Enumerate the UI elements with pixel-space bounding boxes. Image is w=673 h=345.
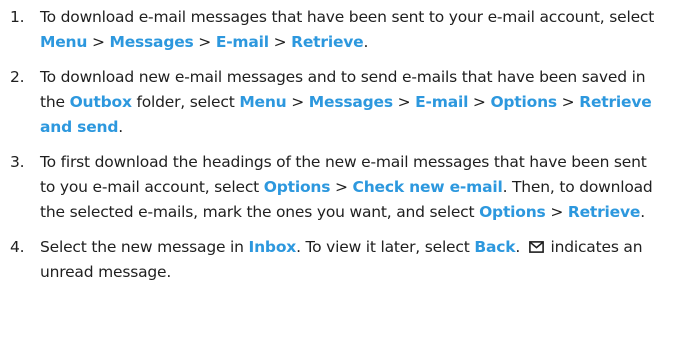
- envelope-icon: [528, 241, 544, 253]
- step-text-plain: To download e-mail messages that have be…: [40, 8, 655, 26]
- menu-path-email: E-mail: [415, 93, 469, 111]
- step-number: 1.: [10, 8, 25, 26]
- path-separator: >: [392, 93, 416, 111]
- step-number: 2.: [10, 68, 25, 86]
- menu-path-email: E-mail: [215, 33, 269, 51]
- menu-path-menu: Menu: [40, 33, 88, 51]
- step-text-plain: folder, select: [131, 93, 240, 111]
- menu-path-messages: Messages: [308, 93, 393, 111]
- step-2: 2. To download new e-mail messages and t…: [10, 65, 665, 140]
- step-number: 3.: [10, 153, 25, 171]
- folder-inbox: Inbox: [248, 238, 297, 256]
- menu-path-check-new-email: Check new e-mail: [352, 178, 503, 196]
- path-separator: >: [286, 93, 309, 111]
- path-separator: >: [556, 93, 580, 111]
- path-separator: >: [468, 93, 491, 111]
- step-text-plain: . To view it later, select: [296, 238, 475, 256]
- menu-path-retrieve: Retrieve: [567, 203, 641, 221]
- menu-path-options: Options: [263, 178, 331, 196]
- step-text-plain: .: [118, 118, 123, 136]
- step-4: 4. Select the new message in Inbox. To v…: [10, 235, 665, 285]
- step-text-plain: .: [640, 203, 645, 221]
- folder-outbox: Outbox: [69, 93, 132, 111]
- menu-path-options: Options: [490, 93, 557, 111]
- path-separator: >: [545, 203, 568, 221]
- path-separator: >: [268, 33, 292, 51]
- step-text-plain: .: [363, 33, 369, 51]
- path-separator: >: [193, 33, 216, 51]
- menu-path-retrieve: Retrieve: [291, 33, 364, 51]
- path-separator: >: [330, 178, 353, 196]
- menu-path-options: Options: [479, 203, 546, 221]
- step-text-plain: .: [515, 238, 525, 256]
- step-text-plain: Select the new message in: [40, 238, 249, 256]
- step-text: Select the new message in Inbox. To view…: [40, 235, 665, 285]
- menu-path-messages: Messages: [109, 33, 194, 51]
- step-text: To download e-mail messages that have be…: [40, 5, 665, 55]
- instruction-list: 1. To download e-mail messages that have…: [0, 0, 673, 345]
- step-text: To first download the headings of the ne…: [40, 150, 665, 225]
- action-back: Back: [474, 238, 516, 256]
- step-text: To download new e-mail messages and to s…: [40, 65, 665, 140]
- path-separator: >: [87, 33, 110, 51]
- step-number: 4.: [10, 238, 25, 256]
- menu-path-menu: Menu: [239, 93, 287, 111]
- step-1: 1. To download e-mail messages that have…: [10, 5, 665, 55]
- step-3: 3. To first download the headings of the…: [10, 150, 665, 225]
